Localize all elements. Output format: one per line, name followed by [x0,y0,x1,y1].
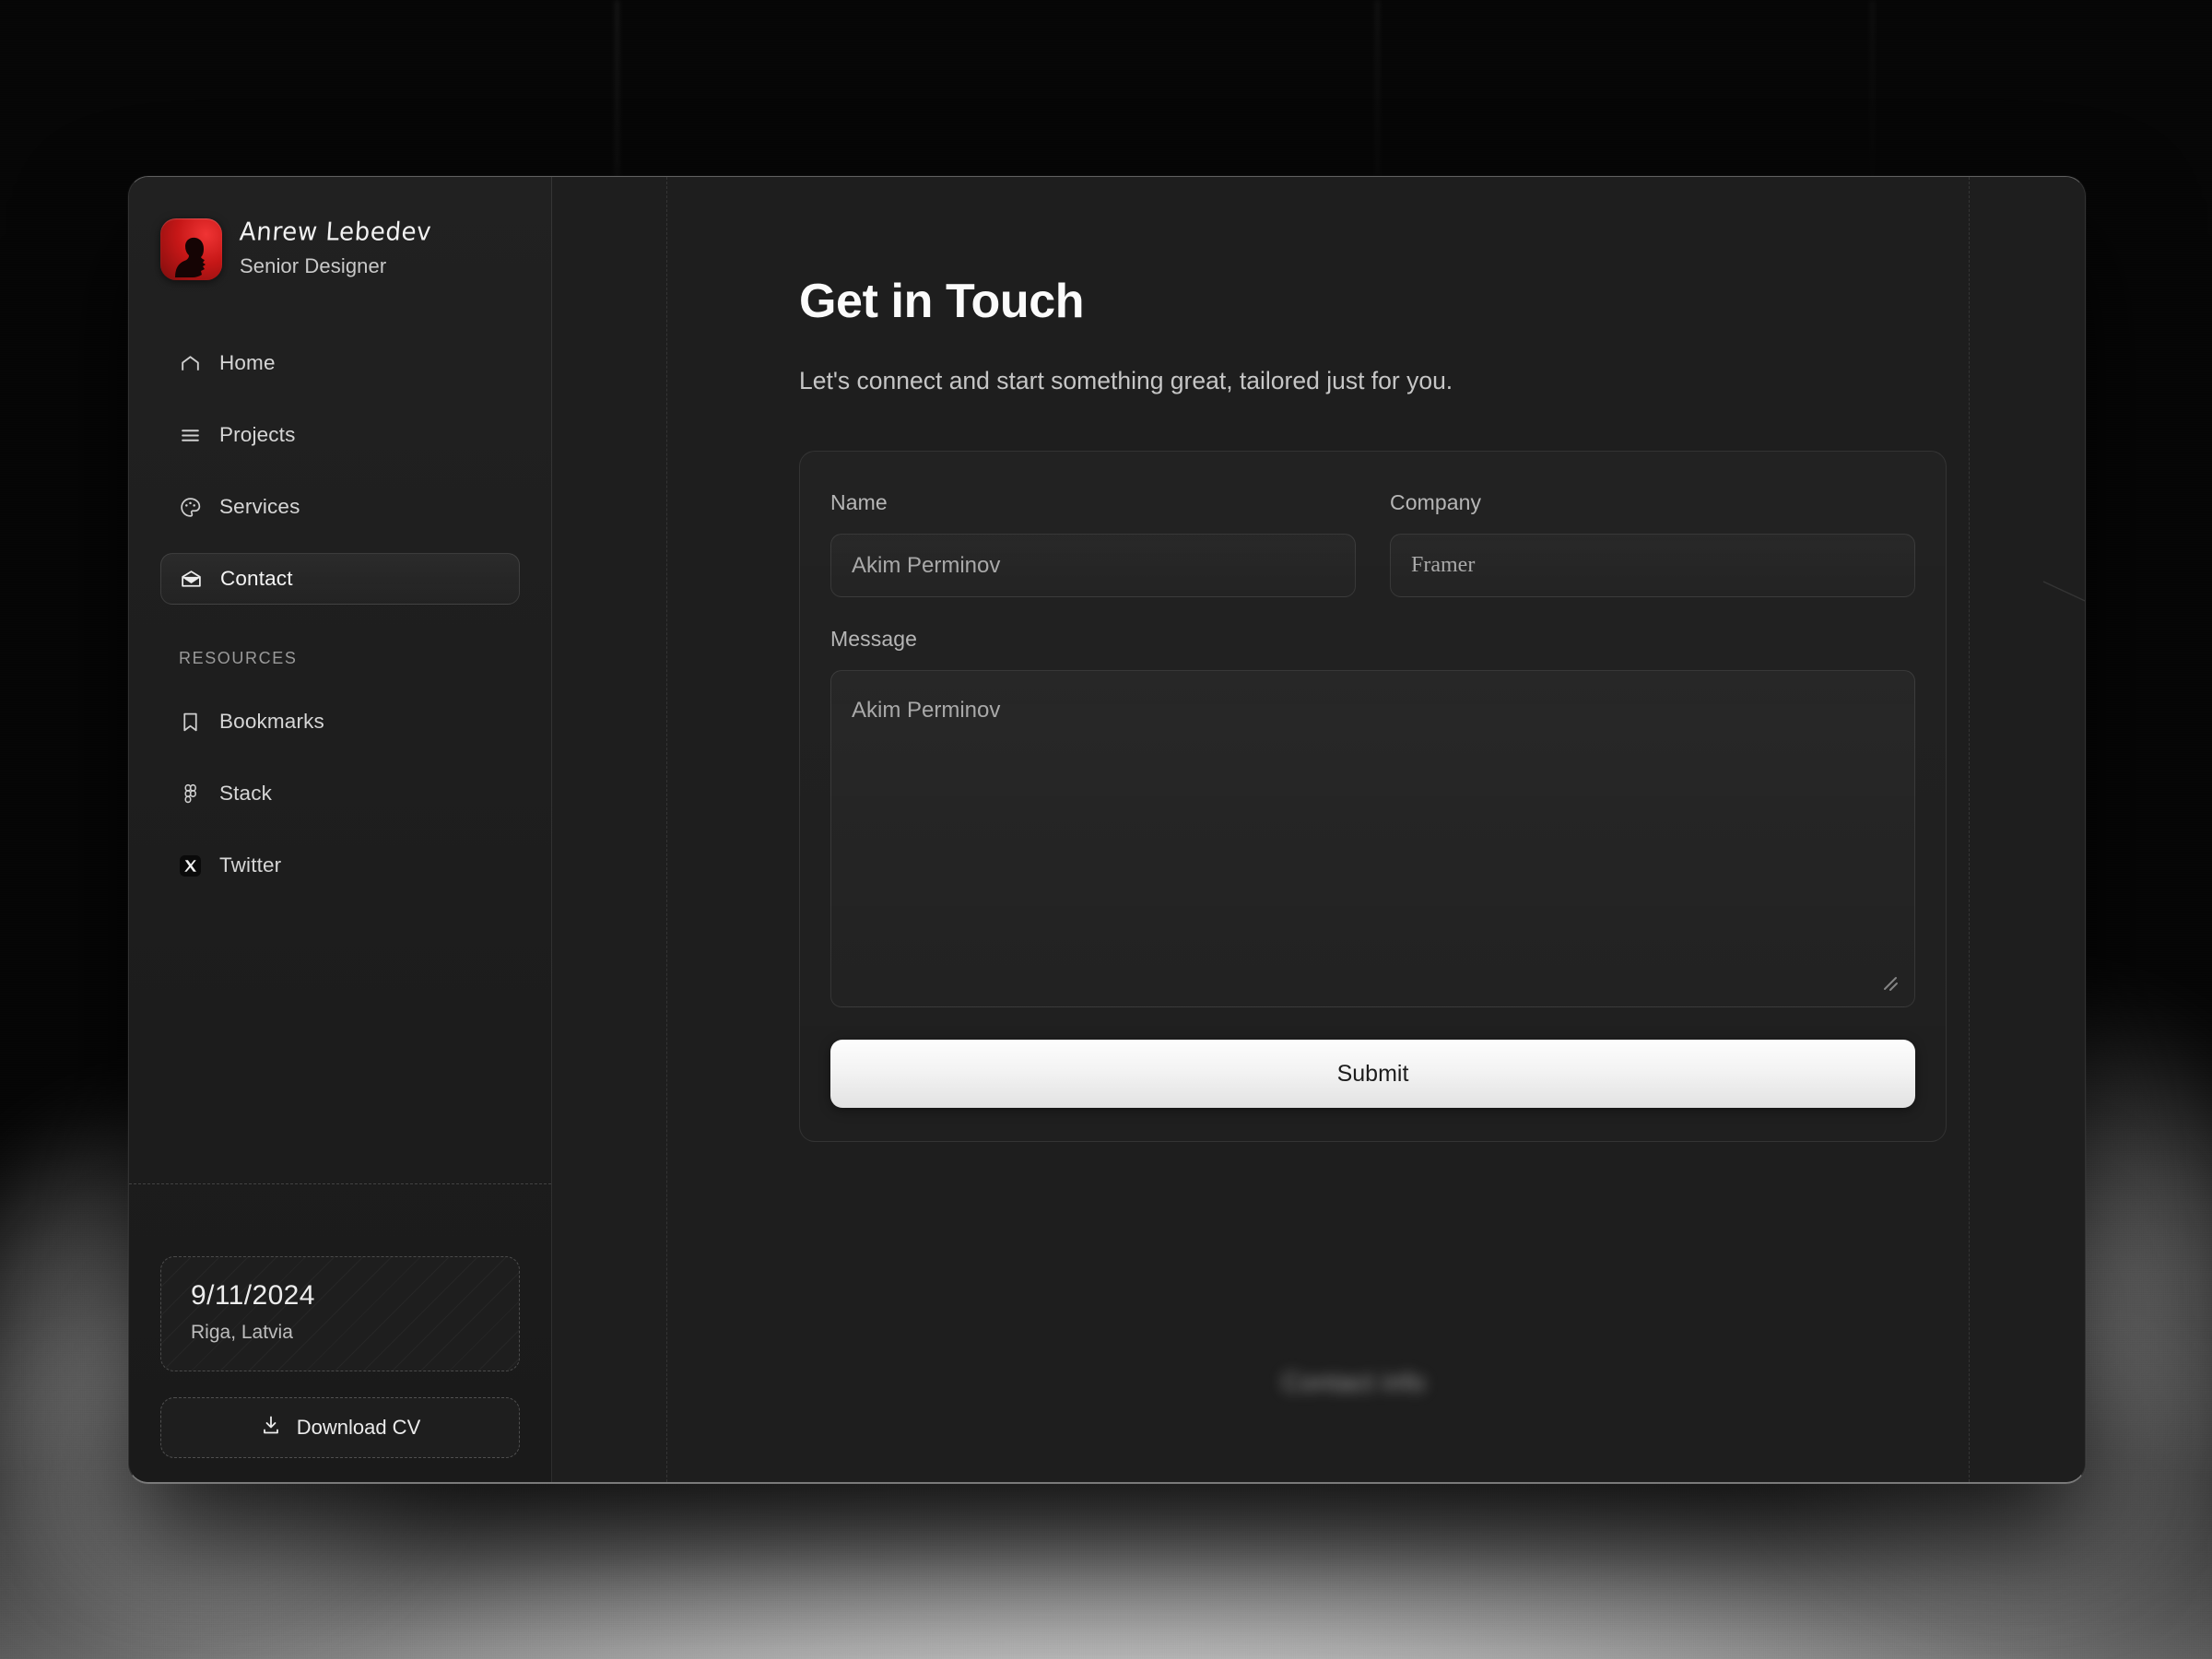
sidebar-item-label: Contact [220,567,293,590]
download-cv-button[interactable]: Download CV [160,1397,520,1458]
message-label: Message [830,627,918,652]
sidebar-item-label: Services [219,495,300,518]
sidebar-divider [129,1183,551,1184]
primary-nav: Home Projects Services Contact RESOURCES… [160,337,520,912]
main-content: Get in Touch Let's connect and start som… [552,177,2085,1482]
sidebar-item-projects[interactable]: Projects [160,409,520,461]
company-input[interactable] [1390,534,1915,598]
sidebar-item-bookmarks[interactable]: Bookmarks [160,696,520,747]
bookmark-icon [179,711,202,734]
profile-name: Anrew Lebedev [238,218,433,247]
page-subtitle: Let's connect and start something great,… [799,367,1453,394]
list-icon [179,424,202,447]
form-row: Name Company [830,490,1915,598]
sidebar-item-label: Projects [219,423,296,446]
sidebar-item-label: Twitter [219,853,282,877]
name-label: Name [830,490,888,515]
sidebar: Anrew Lebedev Senior Designer Home Proje… [129,177,552,1482]
message-textarea[interactable] [830,670,1915,1008]
sidebar-item-twitter[interactable]: Twitter [160,840,520,891]
company-label: Company [1390,490,1482,515]
home-icon [179,352,202,375]
contact-info-note: Contact info [1282,1368,1426,1396]
sidebar-item-label: Bookmarks [219,710,324,733]
sidebar-item-label: Stack [219,782,273,805]
company-field-group: Company [1390,490,1915,598]
sidebar-item-services[interactable]: Services [160,481,520,533]
message-field-group: Message [830,627,1915,1008]
current-date: 9/11/2024 [191,1280,315,1311]
name-input[interactable] [830,534,1356,598]
sidebar-footer: 9/11/2024 Riga, Latvia Download CV [160,1256,520,1458]
palette-icon [179,496,202,519]
submit-button[interactable]: Submit [830,1040,1915,1109]
sidebar-item-home[interactable]: Home [160,337,520,389]
content-column: Get in Touch Let's connect and start som… [552,177,2085,1143]
current-location: Riga, Latvia [191,1322,293,1343]
x-twitter-icon [179,854,202,877]
profile-role: Senior Designer [240,254,387,277]
app-window: Anrew Lebedev Senior Designer Home Proje… [128,176,2086,1484]
download-icon [260,1414,282,1441]
sidebar-item-stack[interactable]: Stack [160,768,520,819]
profile-block[interactable]: Anrew Lebedev Senior Designer [160,218,520,280]
sidebar-item-contact[interactable]: Contact [160,553,520,605]
resources-section-label: RESOURCES [179,649,298,667]
message-input-wrap [830,670,1915,1008]
avatar [160,218,222,280]
download-cv-label: Download CV [296,1416,421,1439]
date-location-card: 9/11/2024 Riga, Latvia [160,1256,520,1371]
page-title: Get in Touch [799,275,1085,328]
sidebar-item-label: Home [219,351,276,374]
envelope-icon [180,568,203,591]
stripe-pattern [161,1257,519,1371]
contact-form: Name Company Message [799,451,1947,1143]
figma-icon [179,782,202,806]
name-field-group: Name [830,490,1356,598]
person-silhouette-avatar-icon [175,237,206,277]
